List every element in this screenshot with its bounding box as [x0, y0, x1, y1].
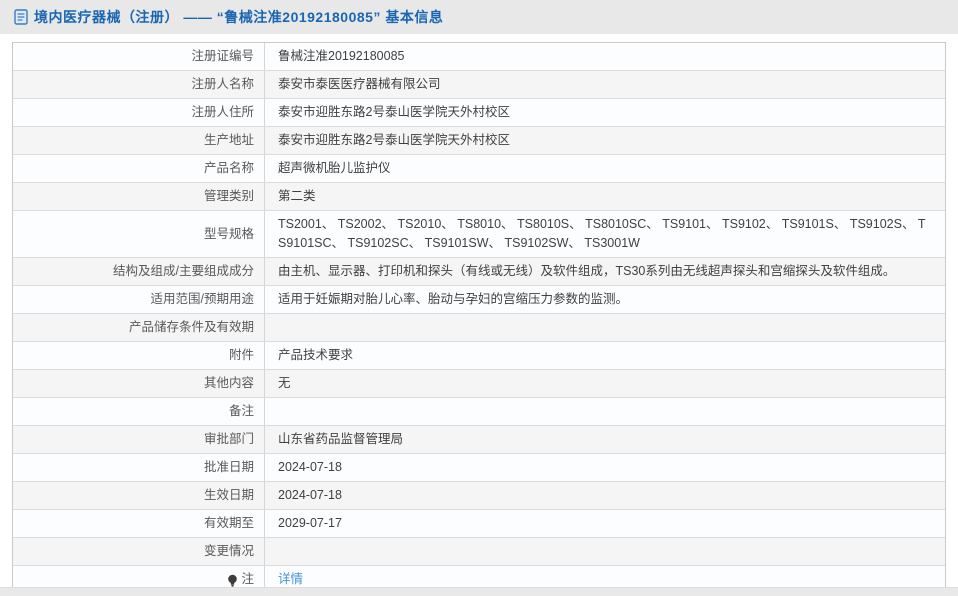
row-label-text: 适用范围/预期用途 [150, 292, 254, 306]
page-header: 境内医疗器械（注册） —— “鲁械注准20192180085” 基本信息 [0, 0, 958, 34]
row-label: 结构及组成/主要组成成分 [13, 258, 265, 285]
row-label: 其他内容 [13, 370, 265, 397]
row-value: 泰安市迎胜东路2号泰山医学院天外村校区 [265, 127, 945, 154]
row-label: 批准日期 [13, 454, 265, 481]
next-section-strip [0, 587, 958, 596]
row-value [265, 314, 945, 341]
row-label-text: 产品储存条件及有效期 [128, 320, 254, 334]
row-label-text: 有效期至 [203, 516, 254, 530]
registration-info-page: 境内医疗器械（注册） —— “鲁械注准20192180085” 基本信息 注册证… [0, 0, 958, 596]
row-value [265, 398, 945, 425]
table-row: 型号规格 TS2001、 TS2002、 TS2010、 TS8010、 TS80… [13, 211, 945, 258]
row-label-text: 产品名称 [203, 161, 254, 175]
row-label: 备注 [13, 398, 265, 425]
row-label-text: 审批部门 [203, 432, 254, 446]
row-label: 有效期至 [13, 510, 265, 537]
row-label: 产品储存条件及有效期 [13, 314, 265, 341]
row-value: 泰安市泰医医疗器械有限公司 [265, 71, 945, 98]
row-value: TS2001、 TS2002、 TS2010、 TS8010、 TS8010S、… [265, 211, 945, 257]
row-label-text: 批准日期 [203, 460, 254, 474]
row-value-text: 第二类 [278, 189, 316, 203]
table-row: 注册人住所 泰安市迎胜东路2号泰山医学院天外村校区 [13, 99, 945, 127]
row-value-text: 超声微机胎儿监护仪 [278, 161, 391, 175]
row-value-text: TS2001、 TS2002、 TS2010、 TS8010、 TS8010S、… [278, 217, 926, 250]
row-label: 附件 [13, 342, 265, 369]
table-row: 有效期至 2029-07-17 [13, 510, 945, 538]
row-value-text: 无 [278, 376, 291, 390]
table-row: 批准日期 2024-07-18 [13, 454, 945, 482]
bulb-icon [227, 574, 238, 588]
row-value-text: 泰安市迎胜东路2号泰山医学院天外村校区 [278, 105, 510, 119]
page-title: 境内医疗器械（注册） —— “鲁械注准20192180085” 基本信息 [34, 9, 444, 25]
row-value: 由主机、显示器、打印机和探头（有线或无线）及软件组成，TS30系列由无线超声探头… [265, 258, 945, 285]
row-value-text: 泰安市泰医医疗器械有限公司 [278, 77, 441, 91]
row-label: 注册证编号 [13, 43, 265, 70]
document-icon [14, 9, 28, 25]
row-label-text: 生产地址 [203, 133, 254, 147]
table-row: 注册人名称 泰安市泰医医疗器械有限公司 [13, 71, 945, 99]
table-row: 产品储存条件及有效期 [13, 314, 945, 342]
row-value-text: 鲁械注准20192180085 [278, 49, 405, 63]
row-value-text: 山东省药品监督管理局 [278, 432, 404, 446]
row-label: 管理类别 [13, 183, 265, 210]
row-value: 鲁械注准20192180085 [265, 43, 945, 70]
table-row: 注册证编号 鲁械注准20192180085 [13, 43, 945, 71]
row-value: 2024-07-18 [265, 454, 945, 481]
row-value-text: 由主机、显示器、打印机和探头（有线或无线）及软件组成，TS30系列由无线超声探头… [278, 264, 896, 278]
row-value [265, 538, 945, 565]
row-label: 变更情况 [13, 538, 265, 565]
table-row: 生产地址 泰安市迎胜东路2号泰山医学院天外村校区 [13, 127, 945, 155]
row-label-text: 其他内容 [203, 376, 254, 390]
row-label: 产品名称 [13, 155, 265, 182]
row-label-text: 注册人住所 [191, 105, 254, 119]
row-label: 审批部门 [13, 426, 265, 453]
row-value-text: 泰安市迎胜东路2号泰山医学院天外村校区 [278, 133, 510, 147]
row-value: 适用于妊娠期对胎儿心率、胎动与孕妇的宫缩压力参数的监测。 [265, 286, 945, 313]
table-row: 管理类别 第二类 [13, 183, 945, 211]
row-label-text: 结构及组成/主要组成成分 [113, 264, 254, 278]
table-row: 产品名称 超声微机胎儿监护仪 [13, 155, 945, 183]
row-value-text: 2029-07-17 [278, 516, 342, 530]
row-value: 超声微机胎儿监护仪 [265, 155, 945, 182]
row-value: 第二类 [265, 183, 945, 210]
row-label-text: 备注 [228, 404, 254, 418]
row-value-text: 2024-07-18 [278, 460, 342, 474]
row-label-text: 附件 [228, 348, 254, 362]
row-value: 山东省药品监督管理局 [265, 426, 945, 453]
row-label-text: 注册证编号 [191, 49, 254, 63]
table-row: 适用范围/预期用途 适用于妊娠期对胎儿心率、胎动与孕妇的宫缩压力参数的监测。 [13, 286, 945, 314]
row-label: 适用范围/预期用途 [13, 286, 265, 313]
table-row: 生效日期 2024-07-18 [13, 482, 945, 510]
row-label-text: 生效日期 [203, 488, 254, 502]
row-label: 型号规格 [13, 211, 265, 257]
row-label: 注册人名称 [13, 71, 265, 98]
table-row: 审批部门 山东省药品监督管理局 [13, 426, 945, 454]
row-value-text: 产品技术要求 [278, 348, 354, 362]
row-value: 泰安市迎胜东路2号泰山医学院天外村校区 [265, 99, 945, 126]
row-label-text: 管理类别 [203, 189, 254, 203]
table-row: 备注 [13, 398, 945, 426]
table-row: 结构及组成/主要组成成分 由主机、显示器、打印机和探头（有线或无线）及软件组成，T… [13, 258, 945, 286]
table-row: 变更情况 [13, 538, 945, 566]
row-label: 生产地址 [13, 127, 265, 154]
row-value-text: 2024-07-18 [278, 488, 342, 502]
table-row: 其他内容 无 [13, 370, 945, 398]
info-table: 注册证编号 鲁械注准20192180085 注册人名称 泰安市泰医医疗器械有限公司 注册… [12, 42, 946, 594]
row-label-text: 注册人名称 [191, 77, 254, 91]
row-value: 产品技术要求 [265, 342, 945, 369]
row-label-text: 变更情况 [203, 544, 254, 558]
row-value: 2029-07-17 [265, 510, 945, 537]
row-label: 生效日期 [13, 482, 265, 509]
row-value: 2024-07-18 [265, 482, 945, 509]
table-row: 附件 产品技术要求 [13, 342, 945, 370]
row-label-text: 型号规格 [203, 226, 254, 241]
row-value: 无 [265, 370, 945, 397]
row-value-text: 适用于妊娠期对胎儿心率、胎动与孕妇的宫缩压力参数的监测。 [278, 292, 629, 306]
row-label: 注册人住所 [13, 99, 265, 126]
